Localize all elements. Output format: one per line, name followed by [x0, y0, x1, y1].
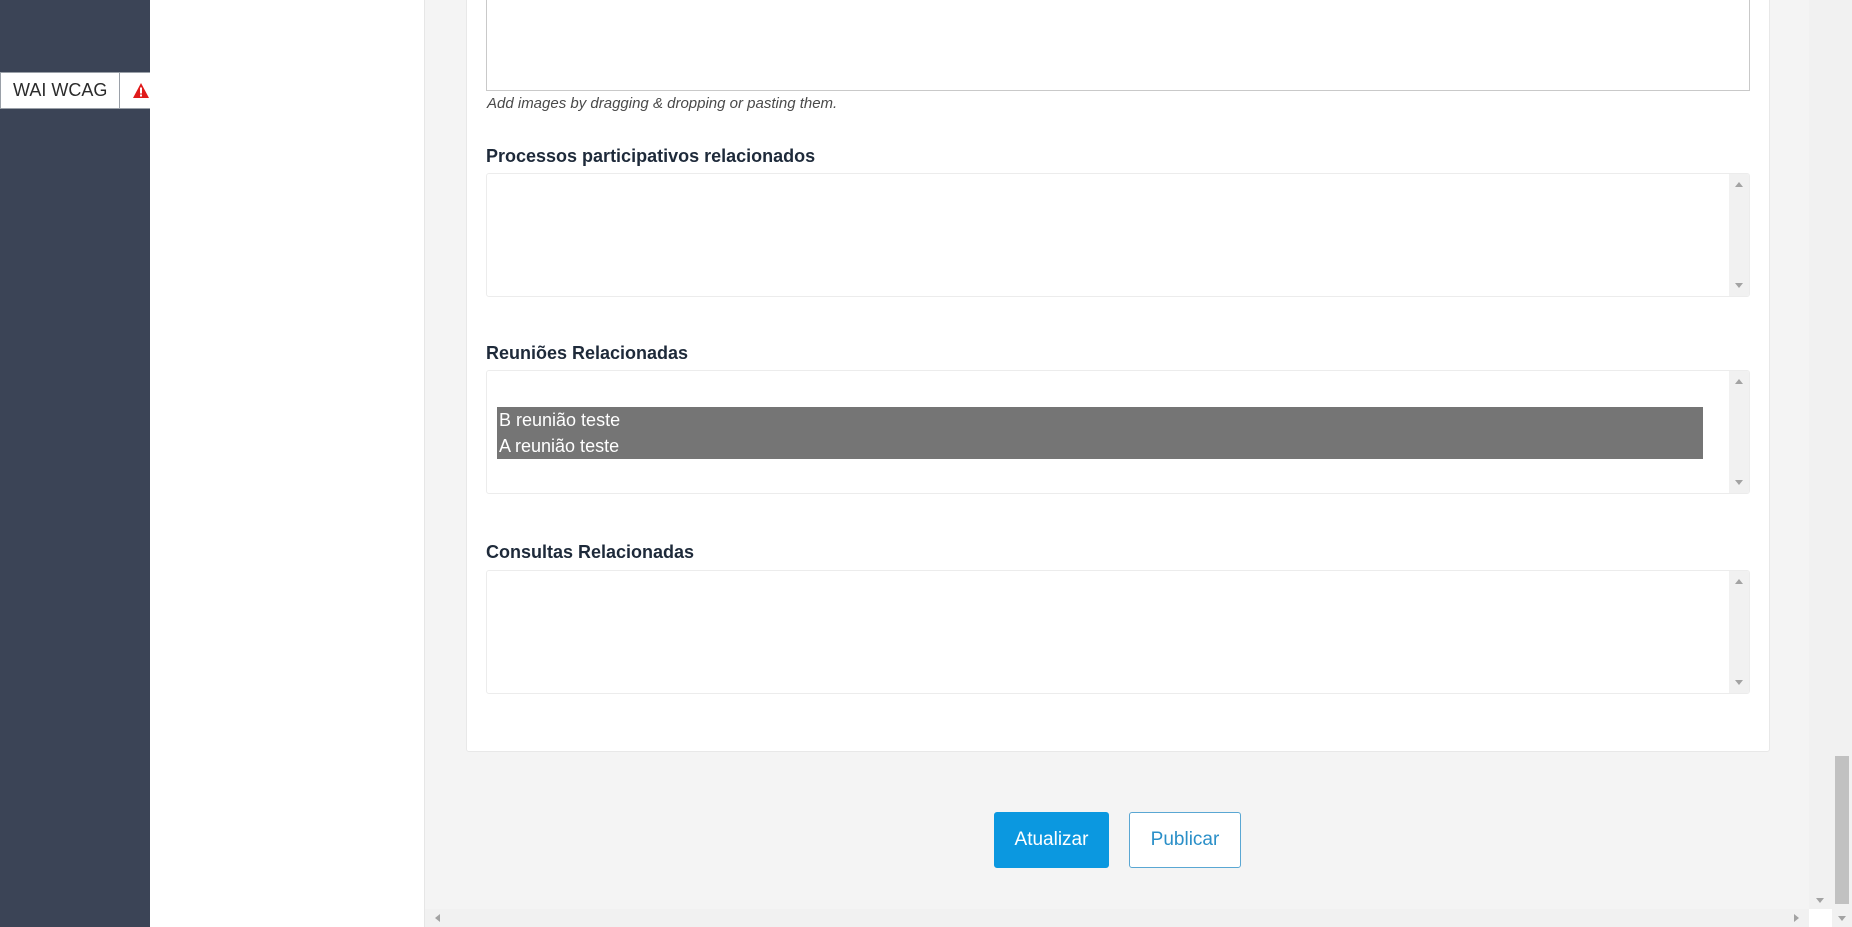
scroll-down-arrow-icon[interactable] — [1816, 898, 1824, 903]
scroll-down-arrow-icon[interactable] — [1735, 283, 1743, 288]
scroll-up-arrow-icon[interactable] — [1735, 579, 1743, 584]
scrollbar-thumb[interactable] — [1835, 756, 1849, 904]
meetings-label: Reuniões Relacionadas — [486, 343, 689, 363]
warning-icon — [133, 83, 150, 98]
scroll-down-arrow-icon[interactable] — [1735, 480, 1743, 485]
meetings-options: B reunião teste A reunião teste — [497, 407, 1703, 459]
scroll-down-arrow-icon[interactable] — [1735, 680, 1743, 685]
content-vertical-scrollbar[interactable] — [1809, 0, 1832, 909]
wcag-label[interactable]: WAI WCAG — [1, 73, 121, 108]
meetings-listbox[interactable]: B reunião teste A reunião teste — [486, 370, 1750, 494]
editor-hint: Add images by dragging & dropping or pas… — [487, 95, 838, 112]
horizontal-scrollbar[interactable] — [425, 909, 1809, 927]
processes-listbox[interactable] — [486, 173, 1750, 297]
publish-button[interactable]: Publicar — [1129, 812, 1241, 868]
scroll-down-arrow-icon[interactable] — [1838, 916, 1846, 921]
processes-label: Processos participativos relacionados — [486, 146, 816, 166]
update-button[interactable]: Atualizar — [994, 812, 1109, 868]
description-editor[interactable] — [486, 0, 1750, 91]
main-nav — [0, 0, 150, 927]
scroll-left-arrow-icon[interactable] — [435, 914, 440, 922]
listbox-scrollbar[interactable] — [1729, 371, 1749, 493]
listbox-scrollbar[interactable] — [1729, 174, 1749, 296]
consultations-label: Consultas Relacionadas — [486, 542, 695, 562]
scroll-up-arrow-icon[interactable] — [1735, 182, 1743, 187]
consultations-listbox[interactable] — [486, 570, 1750, 694]
main-content: Add images by dragging & dropping or pas… — [425, 0, 1809, 909]
secondary-sidebar — [150, 0, 425, 927]
listbox-scrollbar[interactable] — [1729, 571, 1749, 693]
list-option[interactable]: A reunião teste — [497, 433, 1703, 459]
scroll-right-arrow-icon[interactable] — [1794, 914, 1799, 922]
list-option[interactable]: B reunião teste — [497, 407, 1703, 433]
page-vertical-scrollbar[interactable] — [1832, 0, 1852, 927]
scroll-up-arrow-icon[interactable] — [1735, 379, 1743, 384]
